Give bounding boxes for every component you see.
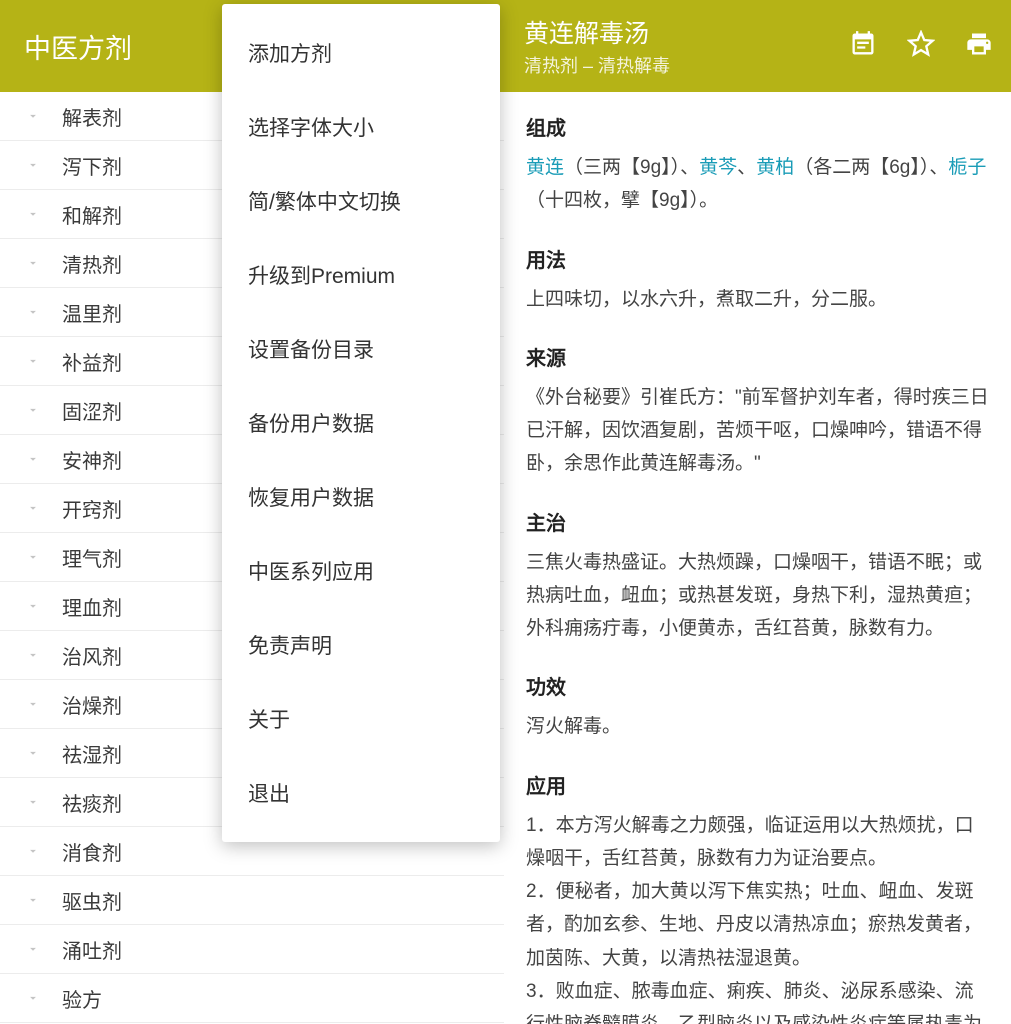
detail-content: 组成 黄连（三两【9g】）、黄芩、黄柏（各二两【6g】）、栀子（十四枚，擘【9g… (504, 92, 1011, 1024)
notes-icon[interactable] (849, 30, 877, 63)
section-title-composition: 组成 (526, 112, 989, 141)
category-label: 验方 (62, 984, 102, 1013)
chevron-down-icon (26, 305, 42, 319)
category-label: 泻下剂 (62, 151, 122, 180)
menu-item[interactable]: 恢复用户数据 (222, 460, 500, 534)
menu-item[interactable]: 添加方剂 (222, 16, 500, 90)
category-item[interactable]: 验方 (0, 974, 504, 1023)
section-title-usage: 用法 (526, 244, 989, 273)
section-body-application: 1．本方泻火解毒之力颇强，临证运用以大热烦扰，口燥咽干，舌红苔黄，脉数有力为证治… (526, 809, 989, 1024)
menu-item[interactable]: 升级到Premium (222, 238, 500, 312)
star-icon[interactable] (907, 30, 935, 63)
menu-item[interactable]: 免责声明 (222, 608, 500, 682)
chevron-down-icon (26, 452, 42, 466)
category-label: 安神剂 (62, 445, 122, 474)
category-label: 和解剂 (62, 200, 122, 229)
menu-item[interactable]: 关于 (222, 682, 500, 756)
menu-item[interactable]: 选择字体大小 (222, 90, 500, 164)
formula-title: 黄连解毒汤 (524, 14, 849, 50)
chevron-down-icon (26, 648, 42, 662)
section-body-source: 《外台秘要》引崔氏方："前军督护刘车者，得时疾三日已汗解，因饮酒复剧，苦烦干呕，… (526, 381, 989, 481)
formula-subtitle: 清热剂 – 清热解毒 (524, 52, 849, 78)
chevron-down-icon (26, 403, 42, 417)
section-title-source: 来源 (526, 342, 989, 371)
category-item[interactable]: 涌吐剂 (0, 925, 504, 974)
chevron-down-icon (26, 109, 42, 123)
category-label: 治风剂 (62, 641, 122, 670)
print-icon[interactable] (965, 30, 993, 63)
options-menu: 添加方剂选择字体大小简/繁体中文切换升级到Premium设置备份目录备份用户数据… (222, 4, 500, 842)
category-label: 温里剂 (62, 298, 122, 327)
category-label: 驱虫剂 (62, 886, 122, 915)
category-label: 祛湿剂 (62, 739, 122, 768)
herb-link[interactable]: 栀子 (948, 157, 986, 178)
section-body-effect: 泻火解毒。 (526, 710, 989, 743)
chevron-down-icon (26, 501, 42, 515)
chevron-down-icon (26, 207, 42, 221)
left-panel: 中医方剂 解表剂泻下剂和解剂清热剂温里剂补益剂固涩剂安神剂开窍剂理气剂理血剂治风… (0, 0, 504, 1024)
category-item[interactable]: 驱虫剂 (0, 876, 504, 925)
category-label: 涌吐剂 (62, 935, 122, 964)
section-title-application: 应用 (526, 770, 989, 799)
chevron-down-icon (26, 158, 42, 172)
chevron-down-icon (26, 599, 42, 613)
chevron-down-icon (26, 942, 42, 956)
category-label: 理气剂 (62, 543, 122, 572)
herb-link[interactable]: 黄连 (526, 157, 564, 178)
app-title: 中医方剂 (24, 27, 132, 66)
section-body-composition: 黄连（三两【9g】）、黄芩、黄柏（各二两【6g】）、栀子（十四枚，擘【9g】）。 (526, 151, 989, 218)
chevron-down-icon (26, 991, 42, 1005)
section-body-usage: 上四味切，以水六升，煮取二升，分二服。 (526, 283, 989, 316)
section-title-effect: 功效 (526, 671, 989, 700)
category-label: 消食剂 (62, 837, 122, 866)
section-body-indication: 三焦火毒热盛证。大热烦躁，口燥咽干，错语不眠；或热病吐血，衄血；或热甚发斑，身热… (526, 546, 989, 646)
menu-item[interactable]: 备份用户数据 (222, 386, 500, 460)
menu-item[interactable]: 设置备份目录 (222, 312, 500, 386)
section-title-indication: 主治 (526, 507, 989, 536)
category-label: 祛痰剂 (62, 788, 122, 817)
category-label: 理血剂 (62, 592, 122, 621)
menu-item[interactable]: 中医系列应用 (222, 534, 500, 608)
chevron-down-icon (26, 354, 42, 368)
chevron-down-icon (26, 697, 42, 711)
category-label: 固涩剂 (62, 396, 122, 425)
herb-link[interactable]: 黄柏 (756, 157, 794, 178)
chevron-down-icon (26, 844, 42, 858)
category-label: 解表剂 (62, 102, 122, 131)
menu-item[interactable]: 退出 (222, 756, 500, 830)
chevron-down-icon (26, 256, 42, 270)
chevron-down-icon (26, 893, 42, 907)
herb-link[interactable]: 黄芩 (699, 157, 737, 178)
chevron-down-icon (26, 795, 42, 809)
category-label: 开窍剂 (62, 494, 122, 523)
detail-header: 黄连解毒汤 清热剂 – 清热解毒 (504, 0, 1011, 92)
right-panel: 黄连解毒汤 清热剂 – 清热解毒 组成 黄连（三两【9g】）、黄芩、黄柏（各二两… (504, 0, 1011, 1024)
category-label: 治燥剂 (62, 690, 122, 719)
chevron-down-icon (26, 550, 42, 564)
menu-item[interactable]: 简/繁体中文切换 (222, 164, 500, 238)
chevron-down-icon (26, 746, 42, 760)
category-label: 清热剂 (62, 249, 122, 278)
category-label: 补益剂 (62, 347, 122, 376)
